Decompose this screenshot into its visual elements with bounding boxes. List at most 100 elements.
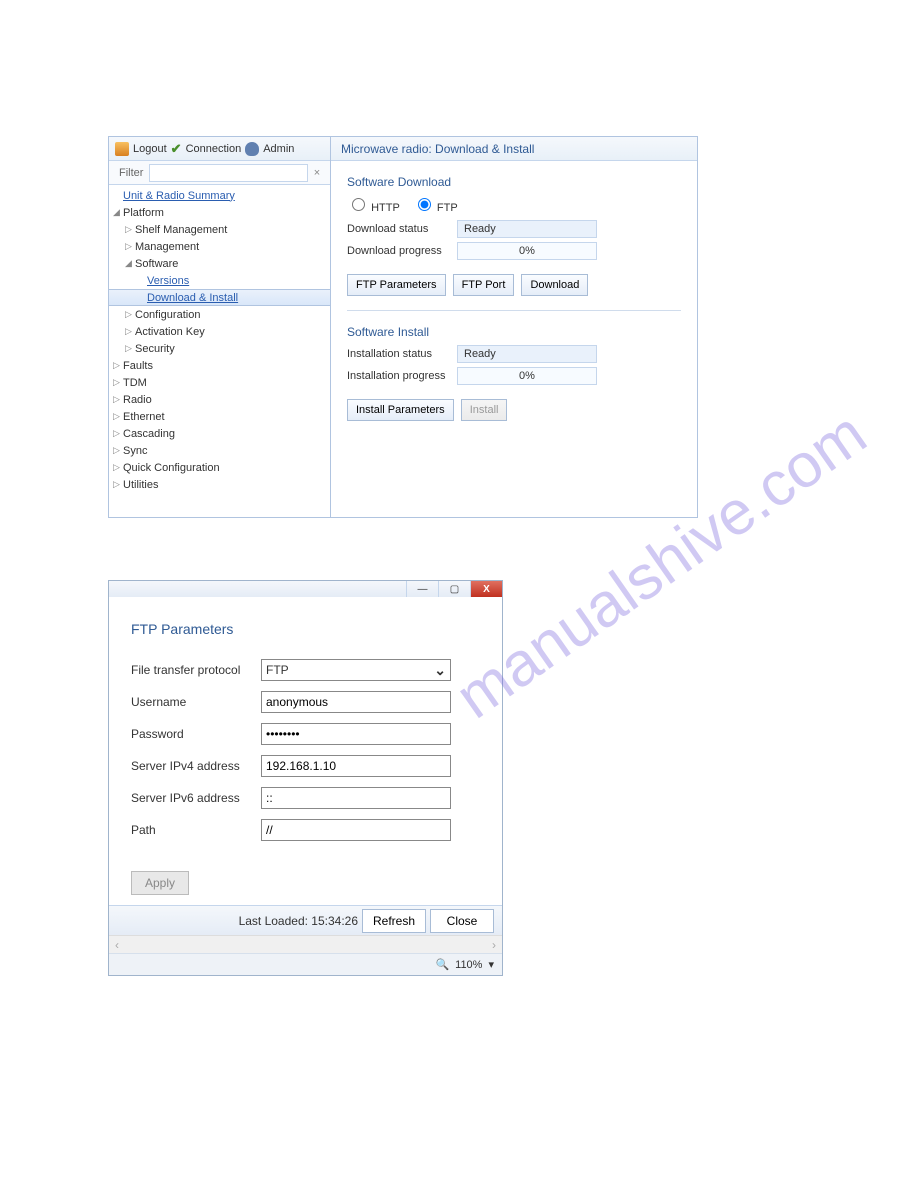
check-icon: ✔ <box>171 143 182 155</box>
username-input[interactable] <box>261 691 451 713</box>
main-window: Logout ✔ Connection Admin Filter × Unit … <box>108 136 698 518</box>
horizontal-scrollbar[interactable]: ‹ › <box>109 935 502 953</box>
tree-quick-configuration[interactable]: ▷Quick Configuration <box>109 459 330 476</box>
scroll-right-icon[interactable]: › <box>492 938 496 952</box>
download-progress-label: Download progress <box>347 245 457 257</box>
magnifier-icon: 🔍 <box>435 958 449 971</box>
caret-right-icon: ▷ <box>113 445 123 456</box>
path-input[interactable] <box>261 819 451 841</box>
tree-label: Sync <box>123 445 147 457</box>
tree-faults[interactable]: ▷Faults <box>109 357 330 374</box>
window-minimize-button[interactable]: — <box>406 581 438 597</box>
tree-label: Download & Install <box>147 292 238 304</box>
ftp-parameters-dialog: — ▢ X FTP Parameters File transfer proto… <box>108 580 503 976</box>
chevron-down-icon: ⌄ <box>434 662 446 679</box>
radio-ftp-input[interactable] <box>418 198 431 211</box>
filter-clear-icon[interactable]: × <box>308 167 326 179</box>
tree-security[interactable]: ▷Security <box>109 340 330 357</box>
tree-tdm[interactable]: ▷TDM <box>109 374 330 391</box>
tree-label: Versions <box>147 275 189 287</box>
software-download-heading: Software Download <box>347 175 681 189</box>
admin-link[interactable]: Admin <box>263 143 294 155</box>
dialog-footer: Last Loaded: 15:34:26 Refresh Close <box>109 905 502 935</box>
tree-utilities[interactable]: ▷Utilities <box>109 476 330 493</box>
username-label: Username <box>131 695 261 709</box>
window-close-button[interactable]: X <box>470 581 502 597</box>
caret-right-icon: ▷ <box>113 360 123 371</box>
zoom-dropdown-icon[interactable]: ▾ <box>488 958 494 971</box>
install-progress-value: 0% <box>457 367 597 385</box>
path-label: Path <box>131 823 261 837</box>
refresh-button[interactable]: Refresh <box>362 909 426 933</box>
logout-icon <box>115 142 129 156</box>
apply-button[interactable]: Apply <box>131 871 189 895</box>
status-strip: 🔍 110% ▾ <box>109 953 502 975</box>
tree-software[interactable]: ◢Software <box>109 255 330 272</box>
download-status-label: Download status <box>347 223 457 235</box>
password-label: Password <box>131 727 261 741</box>
content-pane: Microwave radio: Download & Install Soft… <box>331 137 697 517</box>
tree-management[interactable]: ▷Management <box>109 238 330 255</box>
content-body: Software Download HTTP FTP Download stat… <box>331 161 697 517</box>
tree-label: Faults <box>123 360 153 372</box>
tree-radio[interactable]: ▷Radio <box>109 391 330 408</box>
tree-versions[interactable]: Versions <box>109 272 330 289</box>
protocol-select[interactable]: FTP ⌄ <box>261 659 451 681</box>
radio-http-input[interactable] <box>352 198 365 211</box>
tree-cascading[interactable]: ▷Cascading <box>109 425 330 442</box>
tree-unit-radio-summary[interactable]: Unit & Radio Summary <box>109 187 330 204</box>
divider <box>347 310 681 311</box>
caret-right-icon: ▷ <box>125 326 135 337</box>
tree-platform[interactable]: ◢Platform <box>109 204 330 221</box>
logout-link[interactable]: Logout <box>133 143 167 155</box>
dialog-titlebar: — ▢ X <box>109 581 502 597</box>
software-install-heading: Software Install <box>347 325 681 339</box>
last-loaded-label: Last Loaded: 15:34:26 <box>239 914 358 928</box>
connection-link[interactable]: Connection <box>186 143 242 155</box>
install-parameters-button[interactable]: Install Parameters <box>347 399 454 421</box>
radio-http[interactable]: HTTP <box>347 202 400 214</box>
caret-right-icon: ▷ <box>113 394 123 405</box>
tree-label: Quick Configuration <box>123 462 220 474</box>
dialog-body: FTP Parameters File transfer protocol FT… <box>109 597 502 905</box>
tree-label: Platform <box>123 207 164 219</box>
ipv4-label: Server IPv4 address <box>131 759 261 773</box>
caret-right-icon: ▷ <box>113 428 123 439</box>
tree-label: Radio <box>123 394 152 406</box>
ftp-port-button[interactable]: FTP Port <box>453 274 515 296</box>
install-progress-label: Installation progress <box>347 370 457 382</box>
page-title: Microwave radio: Download & Install <box>331 137 697 161</box>
tree-activation-key[interactable]: ▷Activation Key <box>109 323 330 340</box>
window-maximize-button[interactable]: ▢ <box>438 581 470 597</box>
install-status-label: Installation status <box>347 348 457 360</box>
close-button[interactable]: Close <box>430 909 494 933</box>
top-toolbar: Logout ✔ Connection Admin <box>109 137 330 161</box>
protocol-label: File transfer protocol <box>131 663 261 677</box>
tree-download-install[interactable]: Download & Install <box>109 289 330 306</box>
tree-label: Ethernet <box>123 411 165 423</box>
ipv4-input[interactable] <box>261 755 451 777</box>
tree-sync[interactable]: ▷Sync <box>109 442 330 459</box>
download-progress-value: 0% <box>457 242 597 260</box>
radio-ftp[interactable]: FTP <box>413 202 458 214</box>
tree-shelf-management[interactable]: ▷Shelf Management <box>109 221 330 238</box>
download-status-value: Ready <box>457 220 597 238</box>
caret-right-icon: ▷ <box>125 309 135 320</box>
ftp-parameters-button[interactable]: FTP Parameters <box>347 274 446 296</box>
caret-right-icon: ▷ <box>113 462 123 473</box>
tree-label: Unit & Radio Summary <box>123 190 235 202</box>
filter-label: Filter <box>113 167 149 179</box>
filter-row: Filter × <box>109 161 330 185</box>
password-input[interactable] <box>261 723 451 745</box>
caret-down-icon: ◢ <box>113 207 123 218</box>
zoom-level: 110% <box>455 959 482 971</box>
tree-ethernet[interactable]: ▷Ethernet <box>109 408 330 425</box>
tree-label: Utilities <box>123 479 158 491</box>
download-button[interactable]: Download <box>521 274 588 296</box>
tree-configuration[interactable]: ▷Configuration <box>109 306 330 323</box>
tree-label: Management <box>135 241 199 253</box>
scroll-left-icon[interactable]: ‹ <box>115 938 119 952</box>
filter-input[interactable] <box>149 164 308 182</box>
install-button[interactable]: Install <box>461 399 508 421</box>
ipv6-input[interactable] <box>261 787 451 809</box>
